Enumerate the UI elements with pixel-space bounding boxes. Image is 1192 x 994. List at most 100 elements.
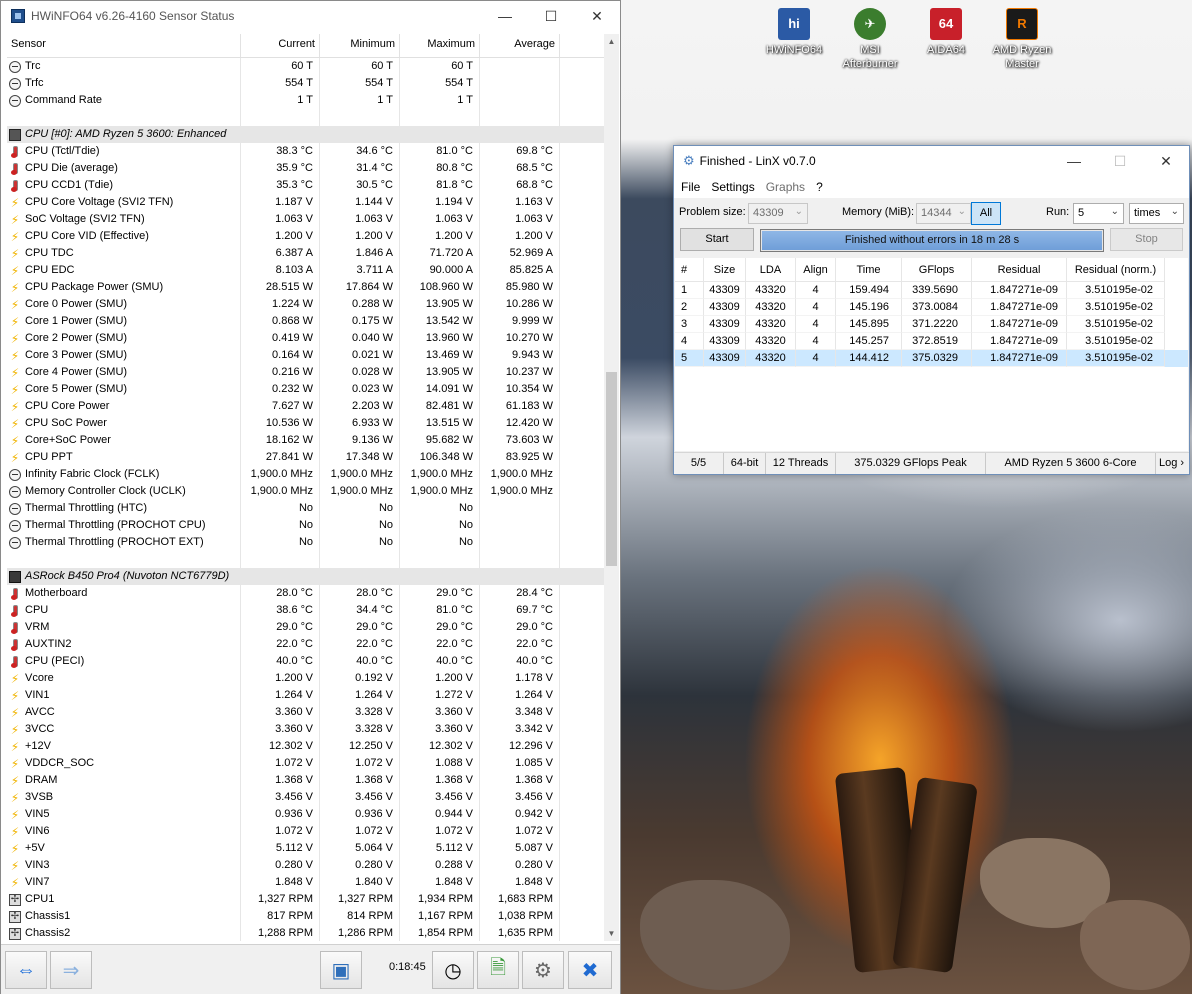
result-row[interactable]: 1 43309 43320 4 159.494 339.5690 1.847271e-09 3… — [675, 282, 1188, 299]
log-toggle-button[interactable]: Log › — [1156, 453, 1187, 474]
sensor-row[interactable]: ⚡ Core 4 Power (SMU) 0.216 W 0.028 W 13.905 … — [7, 364, 605, 381]
sensor-row[interactable]: Chassis2 1,288 RPM1,286 RPM1,854 RPM1,635… — [7, 925, 605, 941]
column-header-average[interactable]: Average — [480, 34, 560, 57]
minimize-icon[interactable]: — — [482, 1, 528, 31]
sensor-row[interactable]: ⚡ CPU EDC 8.103 A 3.711 A 90.000 A 85.825 A — [7, 262, 605, 279]
sensor-row[interactable]: ⚡ Core 0 Power (SMU) 1.224 W 0.288 W 13.905 … — [7, 296, 605, 313]
sensor-row[interactable]: ⚡ CPU Package Power (SMU) 28.515 W 17.864 W… — [7, 279, 605, 296]
sensor-row[interactable]: ⚡ Core 3 Power (SMU) 0.164 W 0.021 W 13.469 … — [7, 347, 605, 364]
sensor-row[interactable]: ⚡ CPU Core Power 7.627 W 2.203 W 82.481 W 61.… — [7, 398, 605, 415]
hwinfo-titlebar[interactable]: HWiNFO64 v6.26-4160 Sensor Status — ☐ ✕ — [1, 1, 620, 31]
sensor-row[interactable]: ⚡ VIN1 1.264 V 1.264 V 1.272 V 1.264 V — [7, 687, 605, 704]
sensor-row[interactable]: Thermal Throttling (PROCHOT EXT) No No No — [7, 534, 605, 551]
sensor-row[interactable]: CPU CCD1 (Tdie) 35.3 °C 30.5 °C 81.8 °C 68.8… — [7, 177, 605, 194]
sensor-row[interactable]: Infinity Fabric Clock (FCLK) 1,900.0 MHz 1… — [7, 466, 605, 483]
sensor-row[interactable]: ⚡ VIN6 1.072 V 1.072 V 1.072 V 1.072 V — [7, 823, 605, 840]
sensor-row[interactable]: ⚡ 3VCC 3.360 V 3.328 V 3.360 V 3.342 V — [7, 721, 605, 738]
sensor-row[interactable]: CPU 38.6 °C 34.4 °C 81.0 °C 69.7 °C — [7, 602, 605, 619]
sensor-row[interactable]: ⚡ DRAM 1.368 V 1.368 V 1.368 V 1.368 V — [7, 772, 605, 789]
sensor-row[interactable]: CPU Die (average) 35.9 °C 31.4 °C 80.8 °C 68… — [7, 160, 605, 177]
sensor-row[interactable]: Trfc 554 T 554 T 554 T — [7, 75, 605, 92]
sensor-row[interactable]: Chassis1 817 RPM814 RPM1,167 RPM1,038 RPM — [7, 908, 605, 925]
sensor-row[interactable]: Motherboard 28.0 °C 28.0 °C 29.0 °C 28.4 °C — [7, 585, 605, 602]
result-row[interactable]: 2 43309 43320 4 145.196 373.0084 1.847271e-09 3… — [675, 299, 1188, 316]
desktop-icon-msi-afterburner[interactable]: ✈ MSI Afterburner — [832, 8, 908, 71]
desktop-icon-amd-ryzen-master[interactable]: R AMD Ryzen Master — [984, 8, 1060, 71]
run-count-combo[interactable]: 5 ⌄ — [1073, 203, 1124, 224]
menu-help[interactable]: ? — [816, 180, 823, 194]
sensor-row[interactable]: CPU11,327 RPM1,327 RPM1,934 RPM1,683 RPM — [7, 891, 605, 908]
vertical-scrollbar[interactable]: ▲ ▼ — [604, 34, 619, 941]
start-button[interactable]: Start — [680, 228, 754, 251]
sensor-row[interactable]: ⚡ +12V 12.302 V 12.250 V 12.302 V 12.296 V — [7, 738, 605, 755]
lightning-icon: ⚡ — [10, 399, 20, 414]
desktop-icon-hwinfo64[interactable]: hi HWiNFO64 — [756, 8, 832, 57]
minimum-value: 0.028 W — [320, 364, 400, 381]
sensor-row[interactable]: ⚡ CPU PPT 27.841 W 17.348 W 106.348 W 83.925 … — [7, 449, 605, 466]
sensor-row[interactable]: ⚡ VIN7 1.848 V 1.840 V 1.848 V 1.848 V — [7, 874, 605, 891]
menu-settings[interactable]: Settings — [711, 180, 754, 194]
sensor-row[interactable]: AUXTIN2 22.0 °C 22.0 °C 22.0 °C 22.0 °C — [7, 636, 605, 653]
sensor-row[interactable]: CPU (PECI) 40.0 °C 40.0 °C 40.0 °C 40.0 °C — [7, 653, 605, 670]
average-value: 68.5 °C — [480, 160, 560, 177]
sensor-row[interactable]: ⚡ 3VSB 3.456 V 3.456 V 3.456 V 3.456 V — [7, 789, 605, 806]
menu-file[interactable]: File — [681, 180, 700, 194]
sensor-row[interactable]: ⚡ Core 2 Power (SMU) 0.419 W 0.040 W 13.960 … — [7, 330, 605, 347]
fan-icon — [9, 927, 21, 940]
network-button[interactable]: ▣ — [320, 951, 362, 989]
column-header-minimum[interactable]: Minimum — [320, 34, 400, 57]
sensor-row[interactable]: ⚡ +5V 5.112 V 5.064 V 5.112 V 5.087 V — [7, 840, 605, 857]
result-row[interactable]: 4 43309 43320 4 145.257 372.8519 1.847271e-09 3… — [675, 333, 1188, 350]
sensor-row[interactable]: ⚡ CPU TDC 6.387 A 1.846 A 71.720 A 52.969 A — [7, 245, 605, 262]
column-header-maximum[interactable]: Maximum — [400, 34, 480, 57]
sensor-name: VIN1 — [25, 689, 50, 701]
average-value: 85.825 A — [480, 262, 560, 279]
sensor-row[interactable]: ⚡ CPU SoC Power 10.536 W 6.933 W 13.515 W 12.… — [7, 415, 605, 432]
minimize-icon[interactable]: — — [1051, 146, 1097, 176]
run-unit-combo[interactable]: times ⌄ — [1129, 203, 1184, 224]
expand-columns-button[interactable]: ⇔ — [5, 951, 47, 989]
average-value: 1,635 RPM — [480, 925, 560, 941]
sensor-row[interactable]: Trc 60 T 60 T 60 T — [7, 58, 605, 75]
sensor-name-cell: ⚡ Core 0 Power (SMU) — [7, 296, 241, 313]
sensor-row[interactable]: VRM 29.0 °C 29.0 °C 29.0 °C 29.0 °C — [7, 619, 605, 636]
sensor-row[interactable]: ⚡ CPU Core VID (Effective) 1.200 V 1.200 V1… — [7, 228, 605, 245]
column-header-current[interactable]: Current — [241, 34, 320, 57]
scroll-up-icon[interactable]: ▲ — [604, 34, 619, 49]
sensor-row[interactable]: ⚡ VIN3 0.280 V 0.280 V 0.288 V 0.280 V — [7, 857, 605, 874]
lightning-icon: ⚡ — [10, 280, 20, 295]
sensor-row[interactable]: Thermal Throttling (HTC) No No No — [7, 500, 605, 517]
clock-button[interactable]: ◷ — [432, 951, 474, 989]
linx-titlebar[interactable]: ⚙ Finished - LinX v0.7.0 — ☐ ✕ — [674, 146, 1189, 176]
thermometer-icon — [9, 655, 21, 668]
sensor-row[interactable]: ⚡ AVCC 3.360 V 3.328 V 3.360 V 3.348 V — [7, 704, 605, 721]
desktop-icon-aida64[interactable]: 64 AIDA64 — [908, 8, 984, 57]
scroll-down-icon[interactable]: ▼ — [604, 926, 619, 941]
sensor-row[interactable]: ⚡ Core 1 Power (SMU) 0.868 W 0.175 W 13.542 … — [7, 313, 605, 330]
sensor-group-header[interactable]: CPU [#0]: AMD Ryzen 5 3600: Enhanced — [7, 126, 605, 143]
sensor-row[interactable]: ⚡ SoC Voltage (SVI2 TFN) 1.063 V 1.063 V 1.0… — [7, 211, 605, 228]
column-header-sensor[interactable]: Sensor — [7, 34, 241, 57]
sensor-row[interactable]: Memory Controller Clock (UCLK) 1,900.0 MH… — [7, 483, 605, 500]
sensor-row[interactable]: Command Rate 1 T1 T1 T — [7, 92, 605, 109]
all-memory-button[interactable]: All — [971, 202, 1001, 225]
collapse-columns-button[interactable]: ⇒ — [50, 951, 92, 989]
close-icon[interactable]: ✕ — [574, 1, 620, 31]
sensor-row[interactable]: CPU (Tctl/Tdie) 38.3 °C 34.6 °C 81.0 °C 69.8… — [7, 143, 605, 160]
sensor-row[interactable]: ⚡ Core 5 Power (SMU) 0.232 W 0.023 W 14.091 … — [7, 381, 605, 398]
sensor-row[interactable]: ⚡ CPU Core Voltage (SVI2 TFN) 1.187 V 1.144… — [7, 194, 605, 211]
sensor-row[interactable]: ⚡ Core+SoC Power 18.162 W 9.136 W 95.682 W 73… — [7, 432, 605, 449]
close-sensors-button[interactable]: ✖ — [568, 951, 612, 989]
maximize-icon[interactable]: ☐ — [528, 1, 574, 31]
close-icon[interactable]: ✕ — [1143, 146, 1189, 176]
sensor-row[interactable]: Thermal Throttling (PROCHOT CPU) No No No — [7, 517, 605, 534]
sensor-row[interactable]: ⚡ VIN5 0.936 V 0.936 V 0.944 V 0.942 V — [7, 806, 605, 823]
result-row[interactable]: 3 43309 43320 4 145.895 371.2220 1.847271e-09 3… — [675, 316, 1188, 333]
result-row[interactable]: 5 43309 43320 4 144.412 375.0329 1.847271e-09 3… — [675, 350, 1188, 367]
log-button[interactable]: 🗎 — [477, 951, 519, 989]
sensor-row[interactable]: ⚡ VDDCR_SOC 1.072 V 1.072 V 1.088 V 1.085 V — [7, 755, 605, 772]
sensor-group-header[interactable]: ASRock B450 Pro4 (Nuvoton NCT6779D) — [7, 568, 605, 585]
settings-button[interactable]: ⚙ — [522, 951, 564, 989]
sensor-row[interactable]: ⚡ Vcore 1.200 V 0.192 V 1.200 V 1.178 V — [7, 670, 605, 687]
scrollbar-thumb[interactable] — [606, 372, 617, 566]
